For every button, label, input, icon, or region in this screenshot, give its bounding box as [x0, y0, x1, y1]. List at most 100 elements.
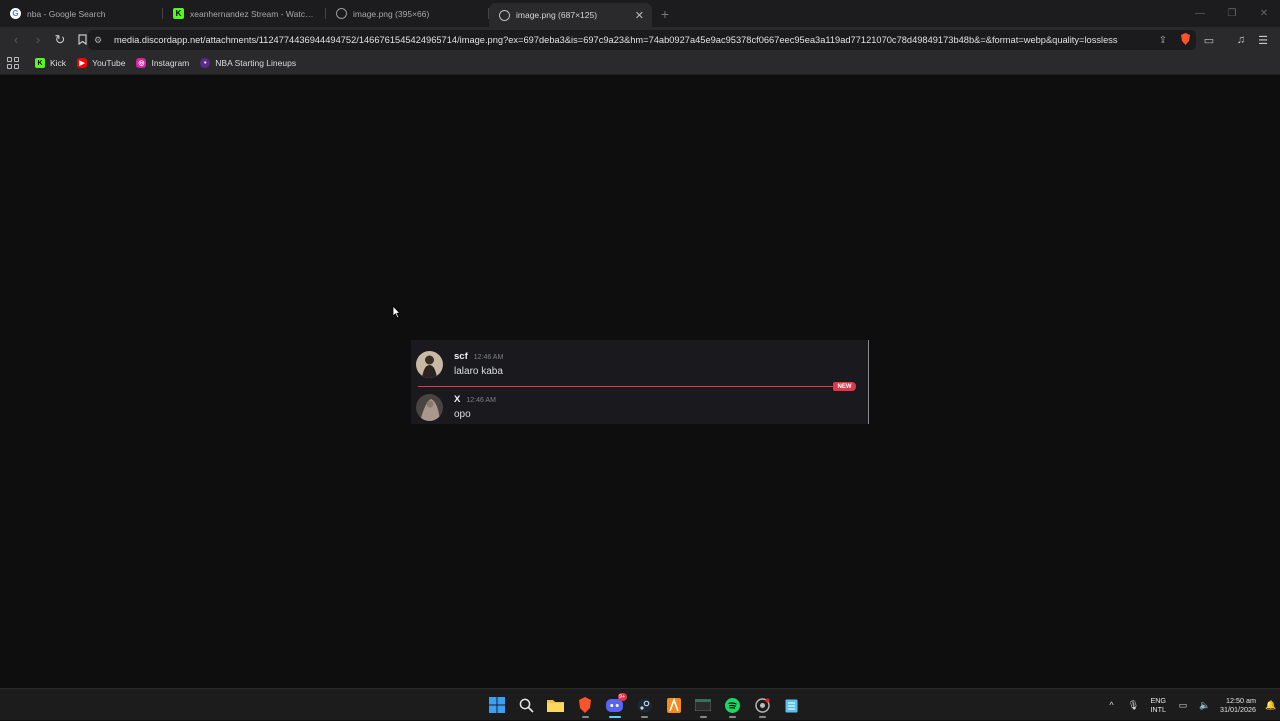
chat-message: X 12:46 AM opo — [416, 394, 496, 421]
bookmark-label: Kick — [50, 58, 67, 68]
chrome-like-taskbar-button[interactable] — [748, 692, 778, 718]
running-indicator — [699, 716, 707, 718]
chat-message: scf 12:46 AM lalaro kaba — [416, 351, 503, 378]
mouse-cursor-icon — [392, 305, 401, 319]
tab-title: image.png (687×125) — [516, 10, 598, 20]
search-button[interactable] — [512, 692, 542, 718]
browser-dev-icon — [755, 697, 770, 713]
spotify-taskbar-button[interactable] — [718, 692, 748, 718]
minimize-icon[interactable]: — — [1184, 0, 1216, 27]
file-explorer-button[interactable] — [541, 692, 571, 718]
lang-line-1: ENG — [1150, 696, 1167, 705]
notification-badge: 9+ — [617, 693, 627, 701]
toolbar-right: ▭ ♫ ☰ — [1198, 30, 1274, 50]
lang-line-2: INTL — [1150, 705, 1167, 714]
notification-icon[interactable]: 🔔 — [1262, 700, 1280, 711]
new-badge: NEW — [833, 382, 856, 391]
sidebar-icon[interactable]: ▭ — [1198, 30, 1220, 50]
forward-icon[interactable]: › — [28, 30, 48, 50]
volume-icon[interactable]: 🔈 — [1194, 700, 1216, 711]
bookmark-label: YouTube — [92, 58, 126, 68]
clock-date: 31/01/2026 — [1220, 705, 1256, 714]
app-orange-taskbar-button[interactable] — [659, 692, 689, 718]
chevron-up-icon[interactable]: ^ — [1100, 700, 1122, 710]
running-indicator — [609, 716, 621, 718]
folder-icon — [547, 700, 565, 712]
bookmark-instagram[interactable]: ◎ Instagram — [136, 58, 189, 68]
notepad-icon — [785, 699, 798, 712]
url-text[interactable]: media.discordapp.net/attachments/1124774… — [114, 35, 1152, 45]
bookmark-nba[interactable]: • NBA Starting Lineups — [200, 58, 296, 68]
back-icon[interactable]: ‹ — [6, 30, 26, 50]
notepad-taskbar-button[interactable] — [777, 692, 807, 718]
avatar — [416, 351, 443, 378]
youtube-icon: ▶ — [77, 58, 88, 68]
message-timestamp: 12:46 AM — [466, 397, 496, 404]
steam-taskbar-button[interactable] — [630, 692, 660, 718]
discord-taskbar-button[interactable]: 9+ — [600, 692, 630, 718]
apps-grid-icon[interactable] — [7, 57, 19, 69]
nba-icon: • — [200, 58, 211, 68]
music-icon[interactable]: ♫ — [1230, 30, 1252, 50]
kick-icon: K — [173, 8, 184, 19]
window-close-icon[interactable]: ✕ — [1248, 0, 1280, 27]
new-messages-divider — [418, 386, 852, 387]
start-button[interactable] — [482, 692, 512, 718]
windows-taskbar: 9+ ^ 🎙 ENG INTL ▭ 🔈 12:50 am 31/01/2026 … — [0, 688, 1280, 720]
address-bar[interactable]: ⚙ media.discordapp.net/attachments/11247… — [88, 30, 1196, 50]
share-icon[interactable]: ⇪ — [1152, 35, 1174, 46]
message-username: X — [454, 394, 461, 405]
bookmark-label: NBA Starting Lineups — [215, 58, 297, 68]
tab-image-687[interactable]: image.png (687×125) ✕ — [489, 3, 652, 27]
message-username: scf — [454, 351, 468, 362]
running-indicator — [758, 716, 766, 718]
bookmarks-bar: K Kick ▶ YouTube ◎ Instagram • NBA Start… — [0, 52, 1280, 75]
google-icon: G — [10, 8, 21, 19]
clock[interactable]: 12:50 am 31/01/2026 — [1220, 696, 1256, 715]
menu-icon[interactable]: ☰ — [1252, 30, 1274, 50]
message-timestamp: 12:46 AM — [473, 354, 504, 361]
bookmark-label: Instagram — [151, 58, 190, 68]
clock-time: 12:50 am — [1226, 695, 1256, 705]
globe-icon — [336, 8, 347, 19]
steam-icon — [637, 698, 652, 712]
tab-title: xeanhernandez Stream - Watch Live — [190, 8, 318, 19]
message-text: opo — [454, 409, 471, 420]
kick-icon: K — [35, 58, 45, 68]
tab-kick-stream[interactable]: K xeanhernandez Stream - Watch Live — [163, 0, 326, 27]
brave-shields-icon[interactable] — [1174, 32, 1196, 48]
search-icon — [519, 698, 534, 713]
windows-icon — [488, 697, 505, 713]
running-indicator — [640, 716, 648, 718]
tab-title: nba - Google Search — [27, 8, 106, 19]
bookmark-youtube[interactable]: ▶ YouTube — [77, 58, 125, 68]
microphone-icon[interactable]: 🎙 — [1122, 700, 1144, 711]
a-logo-icon — [666, 697, 681, 713]
taskbar-apps: 9+ — [482, 692, 807, 718]
input-language[interactable]: ENG INTL — [1150, 696, 1166, 714]
tab-title: image.png (395×66) — [353, 8, 430, 19]
message-text: lalaro kaba — [454, 366, 503, 377]
reload-icon[interactable]: ↻ — [50, 30, 70, 50]
bookmark-kick[interactable]: K Kick — [35, 58, 66, 68]
network-icon[interactable]: ▭ — [1172, 700, 1194, 711]
tab-strip: G nba - Google Search K xeanhernandez St… — [0, 0, 1280, 27]
brave-icon — [579, 697, 592, 713]
terminal-taskbar-button[interactable] — [689, 692, 719, 718]
running-indicator — [581, 716, 589, 718]
avatar — [416, 394, 443, 421]
system-tray: ^ 🎙 ENG INTL ▭ 🔈 12:50 am 31/01/2026 🔔 — [1100, 689, 1280, 721]
maximize-icon[interactable]: ❐ — [1216, 0, 1248, 27]
new-tab-button[interactable]: + — [652, 0, 678, 27]
browser-toolbar: ‹ › ↻ ⚙ media.discordapp.net/attachments… — [0, 27, 1280, 52]
site-info-icon[interactable]: ⚙ — [94, 35, 110, 46]
globe-icon — [499, 9, 510, 21]
tab-google-search[interactable]: G nba - Google Search — [0, 0, 163, 27]
instagram-icon: ◎ — [136, 58, 147, 68]
page-viewport: scf 12:46 AM lalaro kaba NEW X 12:46 AM — [0, 76, 1280, 688]
terminal-icon — [695, 699, 712, 711]
running-indicator — [729, 716, 736, 718]
brave-taskbar-button[interactable] — [571, 692, 601, 718]
close-icon[interactable]: ✕ — [635, 9, 644, 22]
tab-image-395[interactable]: image.png (395×66) — [326, 0, 489, 27]
